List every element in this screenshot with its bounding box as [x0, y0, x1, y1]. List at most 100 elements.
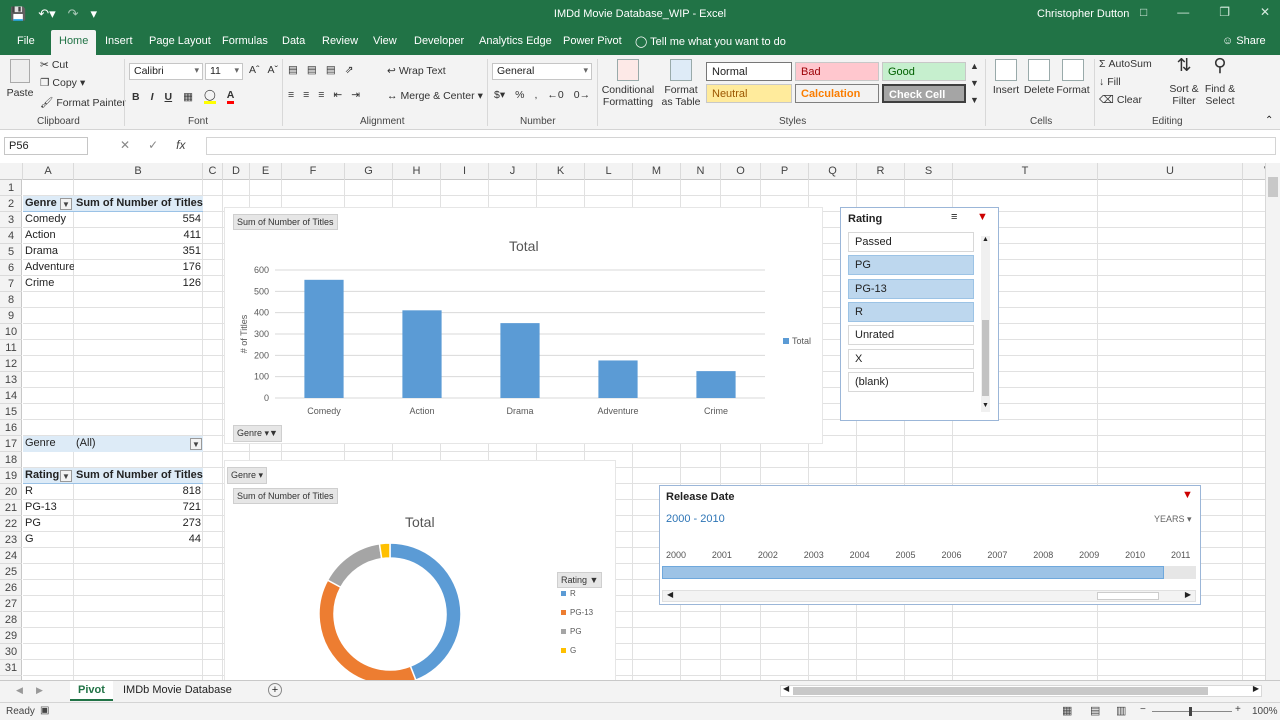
row-header[interactable]: 25 [0, 564, 22, 580]
column-header[interactable]: P [761, 163, 809, 180]
pivot1-header-sum[interactable]: Sum of Number of Titles [74, 196, 203, 212]
timeline-year[interactable]: 2009 [1079, 550, 1099, 560]
pivot1-row-label[interactable]: Adventure [23, 260, 74, 276]
column-header[interactable]: N [681, 163, 721, 180]
tab-view[interactable]: View [373, 35, 397, 47]
row-header[interactable]: 20 [0, 484, 22, 500]
doughnut-slice[interactable] [326, 542, 383, 589]
format-painter-button[interactable]: 🖌 Format Painter [40, 96, 126, 110]
style-normal[interactable]: Normal [706, 62, 792, 81]
row-header[interactable]: 28 [0, 612, 22, 628]
pivot1-row-label[interactable]: Comedy [23, 212, 74, 228]
bar[interactable] [304, 279, 344, 398]
slicer-item[interactable]: Unrated [848, 325, 974, 346]
clear-button[interactable]: ⌫ Clear [1099, 94, 1142, 106]
row-header[interactable]: 24 [0, 548, 22, 564]
select-all-corner[interactable] [0, 163, 23, 180]
row-header[interactable]: 22 [0, 516, 22, 532]
tab-review[interactable]: Review [322, 35, 358, 47]
pivot1-row-label[interactable]: Action [23, 228, 74, 244]
tab-data[interactable]: Data [282, 35, 305, 47]
column-header[interactable]: R [857, 163, 905, 180]
increase-decimal-icon[interactable]: ←0 [547, 89, 563, 101]
timeline-year[interactable]: 2002 [758, 550, 778, 560]
border-icon[interactable]: ▦ [183, 91, 193, 103]
sheet-nav-next-icon[interactable]: ▶ [36, 685, 43, 696]
slicer-scrollbar[interactable]: ▲ ▼ [981, 236, 990, 412]
pivot1-row-label[interactable]: Crime [23, 276, 74, 292]
row-header[interactable]: 18 [0, 452, 22, 468]
row-header[interactable]: 26 [0, 580, 22, 596]
legend-field-button[interactable]: Rating ▼ [557, 572, 603, 588]
increase-font-icon[interactable]: Aˆ [249, 64, 260, 76]
align-left-icon[interactable]: ≡ [288, 89, 294, 101]
pivot2-filter-value[interactable]: (All) [74, 436, 203, 452]
timeline-year[interactable]: 2006 [941, 550, 961, 560]
row-header[interactable]: 31 [0, 660, 22, 676]
slicer-item[interactable]: PG [848, 255, 974, 276]
close-icon[interactable]: ✕ [1260, 5, 1270, 19]
pivot2-row-value[interactable]: 273 [74, 516, 203, 532]
tab-home[interactable]: Home [51, 30, 97, 55]
column-header[interactable]: S [905, 163, 953, 180]
orientation-icon[interactable]: ⇗ [345, 64, 354, 76]
column-header[interactable]: I [441, 163, 489, 180]
timeline-year[interactable]: 2010 [1125, 550, 1145, 560]
row-header[interactable]: 1 [0, 180, 22, 196]
column-header[interactable]: G [345, 163, 393, 180]
fill-button[interactable]: ↓ Fill [1099, 76, 1121, 88]
tab-file[interactable]: File [17, 35, 35, 47]
filter-icon[interactable]: ▼ [60, 198, 72, 210]
zoom-in-icon[interactable]: + [1235, 704, 1241, 715]
insert-cells-button[interactable]: Insert [990, 59, 1022, 96]
column-header[interactable]: D [223, 163, 250, 180]
bold-icon[interactable]: B [132, 91, 140, 103]
pivot1-row-value[interactable]: 351 [74, 244, 203, 260]
tab-formulas[interactable]: Formulas [222, 35, 268, 47]
conditional-formatting-button[interactable]: Conditional Formatting [600, 59, 656, 108]
increase-indent-icon[interactable]: ⇥ [351, 89, 360, 101]
doughnut-slice[interactable] [389, 542, 462, 682]
align-middle-icon[interactable]: ▤ [307, 64, 317, 76]
font-name-select[interactable]: Calibri [129, 63, 203, 80]
column-header[interactable]: E [250, 163, 282, 180]
row-header[interactable]: 13 [0, 372, 22, 388]
pivot2-row-label[interactable]: PG-13 [23, 500, 74, 516]
format-cells-button[interactable]: Format [1055, 59, 1091, 96]
horizontal-scrollbar[interactable]: ◀ ▶ [780, 684, 1262, 697]
fill-color-icon[interactable]: ◯ [204, 89, 216, 104]
cancel-icon[interactable]: ✕ [120, 138, 130, 152]
tab-developer[interactable]: Developer [414, 35, 464, 47]
pivot2-row-value[interactable]: 818 [74, 484, 203, 500]
row-header[interactable]: 11 [0, 340, 22, 356]
row-header[interactable]: 30 [0, 644, 22, 660]
vertical-scrollbar[interactable] [1265, 163, 1280, 680]
timeline-year[interactable]: 2011 [1171, 550, 1190, 560]
align-top-icon[interactable]: ▤ [288, 64, 298, 76]
timeline-year[interactable]: 2001 [712, 550, 732, 560]
name-box[interactable]: P56 [4, 137, 88, 155]
column-header[interactable]: J [489, 163, 537, 180]
macro-record-icon[interactable]: ▣ [40, 705, 49, 716]
pivot1-row-value[interactable]: 554 [74, 212, 203, 228]
sheet-tab-pivot[interactable]: Pivot [70, 681, 113, 701]
tell-me-search[interactable]: ◯ Tell me what you want to do [635, 35, 786, 48]
column-header[interactable]: F [282, 163, 345, 180]
pivot2-row-label[interactable]: G [23, 532, 74, 548]
column-header[interactable]: O [721, 163, 761, 180]
cut-button[interactable]: ✂ Cut [40, 59, 68, 71]
sheet-nav-prev-icon[interactable]: ◀ [16, 685, 23, 696]
doughnut-slice[interactable] [378, 542, 391, 560]
pivot2-row-value[interactable]: 721 [74, 500, 203, 516]
styles-scroll[interactable]: ▲ ▼ ▼ [970, 61, 979, 105]
sort-filter-button[interactable]: ⇅ Sort & Filter [1166, 56, 1202, 107]
minimize-icon[interactable]: — [1177, 5, 1189, 19]
formula-input[interactable] [206, 137, 1276, 155]
row-header[interactable]: 5 [0, 244, 22, 260]
pivot1-row-value[interactable]: 411 [74, 228, 203, 244]
slicer-item[interactable]: X [848, 348, 974, 369]
maximize-icon[interactable]: ❐ [1219, 5, 1230, 19]
copy-button[interactable]: ❐ Copy ▾ [40, 77, 85, 89]
comma-icon[interactable]: , [534, 89, 537, 101]
tab-analytics-edge[interactable]: Analytics Edge [479, 35, 552, 47]
